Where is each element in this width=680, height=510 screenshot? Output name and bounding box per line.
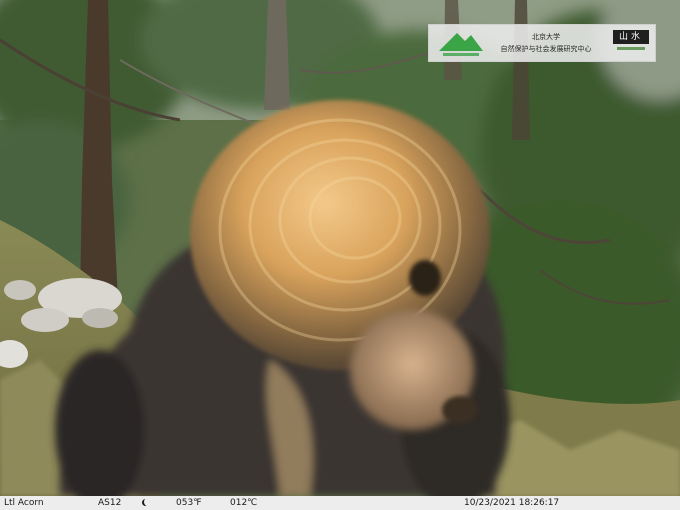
logo-university: 北京大学 <box>532 33 560 41</box>
temperature-f: 053℉ <box>176 498 202 508</box>
shanshui-seal: 山水 <box>613 30 649 44</box>
temperature-c: 012℃ <box>230 498 258 508</box>
timestamp: 10/23/2021 18:26:17 <box>464 498 560 508</box>
mountain-logo-icon <box>439 33 483 56</box>
camera-trap-photo: 北京大学 自然保护与社会发展研究中心 山水 <box>0 0 680 496</box>
logo-text: 北京大学 自然保护与社会发展研究中心 <box>487 31 605 55</box>
sponsor-logo-banner: 北京大学 自然保护与社会发展研究中心 山水 <box>428 24 656 62</box>
scene-drawing <box>0 0 680 496</box>
camera-info-bar: Ltl Acorn AS12 053℉ 012℃ 10/23/2021 18:2… <box>0 496 680 510</box>
bear-eye <box>409 260 441 296</box>
bear-nose <box>442 396 478 424</box>
shanshui-underline <box>617 47 645 50</box>
camera-id: AS12 <box>98 498 122 508</box>
shanshui-logo: 山水 <box>611 29 651 59</box>
logo-center-name: 自然保护与社会发展研究中心 <box>500 45 592 53</box>
moon-phase-icon <box>142 496 151 510</box>
camera-brand: Ltl Acorn <box>4 498 44 508</box>
